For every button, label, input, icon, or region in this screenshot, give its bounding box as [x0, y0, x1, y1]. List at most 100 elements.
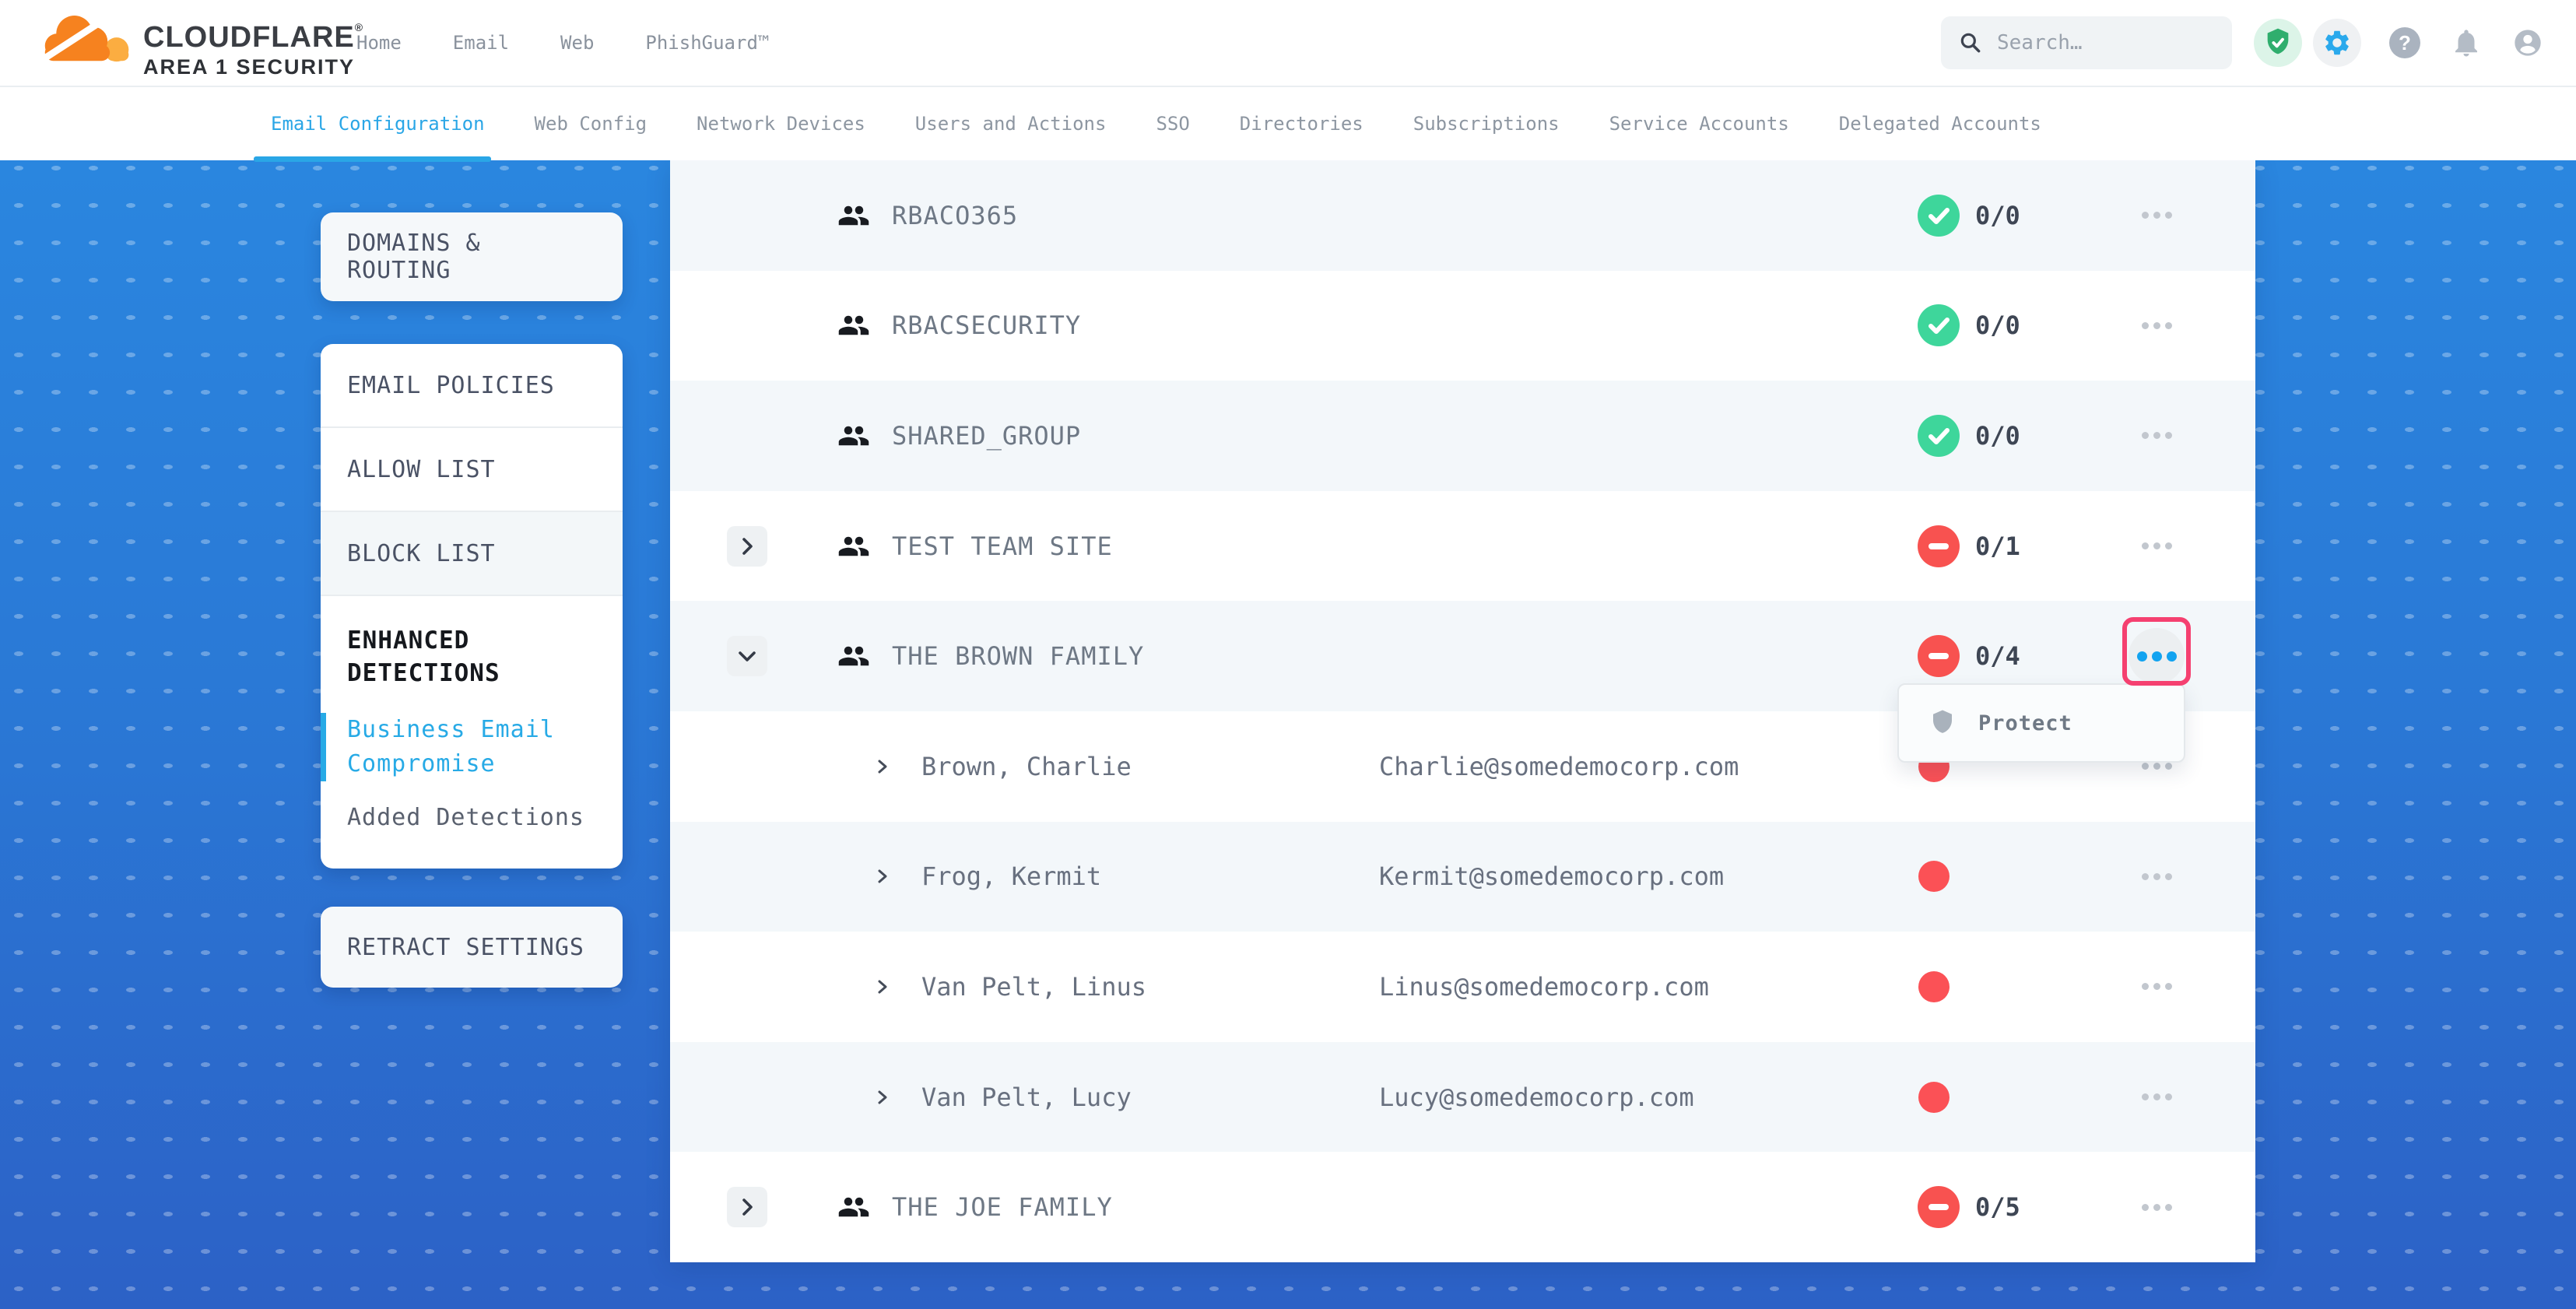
sidebar-item-domains-routing[interactable]: DOMAINS & ROUTING [321, 212, 623, 301]
minus-icon [1928, 1204, 1949, 1210]
cloudflare-logo[interactable]: CLOUDFLARE® AREA 1 SECURITY [39, 8, 363, 78]
group-name: RBACO365 [892, 203, 1018, 228]
status-blocked-badge [1918, 1186, 1960, 1228]
ellipsis-dot [2142, 873, 2149, 880]
row-menu-button[interactable] [2129, 1069, 2185, 1125]
help-icon[interactable]: ? [2389, 27, 2420, 58]
ellipsis-dot [2142, 1093, 2149, 1100]
sidebar-item-enhanced-detections[interactable]: ENHANCED DETECTIONS [321, 624, 596, 690]
search-box[interactable] [1941, 16, 2232, 69]
row-menu-button[interactable] [2129, 1179, 2185, 1235]
group-name: THE JOE FAMILY [892, 1195, 1113, 1220]
account-icon[interactable] [2512, 27, 2543, 58]
row-menu-button[interactable] [2129, 628, 2185, 684]
ellipsis-dot [2165, 763, 2172, 770]
top-nav-phishguard[interactable]: PhishGuard™ [645, 32, 769, 54]
check-icon [1918, 415, 1960, 457]
ellipsis-dot [2165, 432, 2172, 439]
protected-count: 0/0 [1975, 203, 2020, 228]
settings-gear-icon[interactable] [2313, 19, 2361, 67]
table-row: Frog, KermitKermit@somedemocorp.com [670, 822, 2255, 932]
protected-count: 0/4 [1975, 644, 2020, 669]
table-row: SHARED_GROUP0/0 [670, 381, 2255, 491]
group-icon [837, 199, 870, 232]
group-name: RBACSECURITY [892, 313, 1081, 338]
ellipsis-dot [2142, 1204, 2149, 1211]
security-shield-icon[interactable] [2254, 19, 2302, 67]
ellipsis-dot [2142, 322, 2149, 329]
ellipsis-dot [2152, 651, 2162, 662]
tab-users-and-actions[interactable]: Users and Actions [915, 87, 1107, 160]
chevron-down-icon [727, 636, 767, 676]
member-name: Brown, Charlie [921, 754, 1132, 779]
group-name: THE BROWN FAMILY [892, 644, 1144, 669]
top-nav-home[interactable]: Home [356, 32, 402, 54]
expand-toggle-button[interactable] [727, 526, 767, 567]
ellipsis-dot [2165, 1204, 2172, 1211]
expand-toggle-button[interactable] [727, 1187, 767, 1227]
sidebar-item-block-list[interactable]: BLOCK LIST [321, 512, 623, 596]
status-blocked-badge [1918, 635, 1960, 677]
sidebar-item-added-detections[interactable]: Added Detections [321, 803, 596, 833]
context-menu: Protect [1897, 683, 2185, 763]
tab-directories[interactable]: Directories [1240, 87, 1363, 160]
chevron-right-icon[interactable] [871, 975, 894, 998]
context-menu-item-protect[interactable]: Protect [1978, 711, 2072, 735]
check-icon [1918, 195, 1960, 237]
ellipsis-dot [2165, 212, 2172, 219]
cloudflare-cloud-icon [39, 8, 137, 75]
group-icon [837, 1191, 870, 1223]
table-row: Van Pelt, LucyLucy@somedemocorp.com [670, 1042, 2255, 1153]
ellipsis-dot [2153, 873, 2160, 880]
sidebar-item-email-policies[interactable]: EMAIL POLICIES [321, 344, 623, 428]
status-ok-badge [1918, 415, 1960, 457]
protected-count: 0/0 [1975, 423, 2020, 448]
tab-web-config[interactable]: Web Config [535, 87, 648, 160]
status-dot [1918, 861, 1950, 892]
sidebar-item-allow-list[interactable]: ALLOW LIST [321, 428, 623, 512]
search-input[interactable] [1995, 30, 2216, 55]
status-ok-badge [1918, 195, 1960, 237]
table-row: TEST TEAM SITE0/1 [670, 491, 2255, 602]
top-nav-web[interactable]: Web [560, 32, 594, 54]
tab-email-configuration[interactable]: Email Configuration [271, 87, 485, 160]
ellipsis-dot [2153, 432, 2160, 439]
member-email: Linus@somedemocorp.com [1379, 974, 1709, 999]
tab-network-devices[interactable]: Network Devices [697, 87, 865, 160]
row-menu-button[interactable] [2129, 848, 2185, 904]
chevron-right-icon[interactable] [871, 865, 894, 888]
notifications-bell-icon[interactable] [2450, 26, 2483, 59]
ellipsis-dot [2142, 763, 2149, 770]
sidebar-section-enhanced-detections: ENHANCED DETECTIONS Business Email Compro… [321, 596, 623, 869]
tab-delegated-accounts[interactable]: Delegated Accounts [1839, 87, 2041, 160]
protected-count: 0/5 [1975, 1195, 2020, 1220]
tab-subscriptions[interactable]: Subscriptions [1413, 87, 1560, 160]
ellipsis-dot [2153, 763, 2160, 770]
row-menu-button[interactable] [2129, 188, 2185, 244]
expand-toggle-button[interactable] [727, 636, 767, 676]
tab-sso[interactable]: SSO [1156, 87, 1189, 160]
top-nav-email[interactable]: Email [453, 32, 509, 54]
tab-service-accounts[interactable]: Service Accounts [1609, 87, 1789, 160]
groups-table: RBACO3650/0RBACSECURITY0/0SHARED_GROUP0/… [670, 160, 2255, 1262]
shield-icon [1928, 707, 1957, 739]
search-icon [1958, 30, 1983, 55]
ellipsis-dot [2142, 432, 2149, 439]
sidebar-item-business-email-compromise[interactable]: Business Email Compromise [321, 713, 596, 781]
config-tab-bar: Email Configuration Web Config Network Dev… [0, 86, 2576, 160]
member-email: Kermit@somedemocorp.com [1379, 864, 1724, 889]
chevron-right-icon[interactable] [871, 1086, 894, 1109]
sidebar-item-retract-settings[interactable]: RETRACT SETTINGS [321, 907, 623, 988]
chevron-right-icon[interactable] [871, 755, 894, 778]
row-menu-button[interactable] [2129, 518, 2185, 574]
row-menu-button[interactable] [2129, 297, 2185, 353]
ellipsis-dot [2153, 322, 2160, 329]
row-menu-button[interactable] [2129, 408, 2185, 464]
product-name: AREA 1 SECURITY [143, 57, 363, 78]
table-row: THE JOE FAMILY 0/5 [670, 1152, 2255, 1262]
status-dot [1918, 971, 1950, 1002]
group-name: TEST TEAM SITE [892, 534, 1113, 559]
status-dot [1918, 1082, 1950, 1113]
row-menu-button[interactable] [2129, 959, 2185, 1015]
member-email: Lucy@somedemocorp.com [1379, 1085, 1694, 1110]
